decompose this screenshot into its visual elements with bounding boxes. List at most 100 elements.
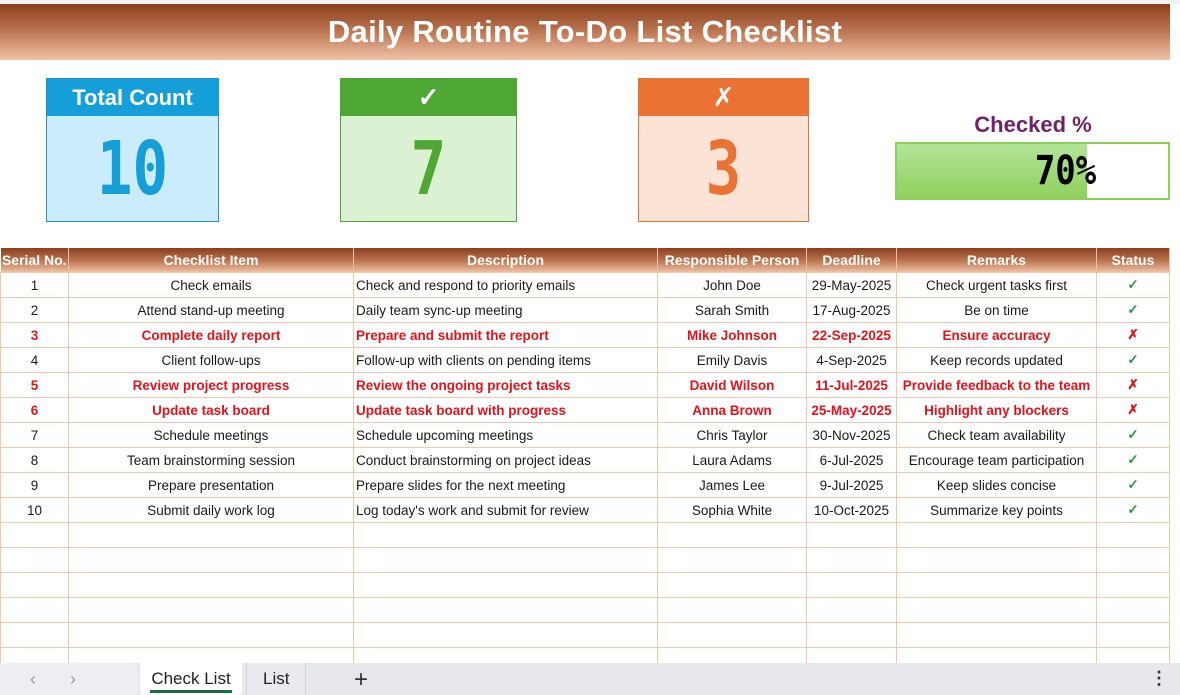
more-options-icon[interactable]: ⋮ <box>1150 668 1168 689</box>
cell-status[interactable]: ✓ <box>1096 297 1170 323</box>
empty-cell[interactable] <box>896 597 1097 623</box>
empty-cell[interactable] <box>657 622 807 648</box>
cell-item[interactable]: Complete daily report <box>68 322 354 348</box>
cell-deadline[interactable]: 10-Oct-2025 <box>806 497 897 523</box>
empty-cell[interactable] <box>896 622 1097 648</box>
empty-cell[interactable] <box>806 522 897 548</box>
cell-deadline[interactable]: 22-Sep-2025 <box>806 322 897 348</box>
cell-description[interactable]: Conduct brainstorming on project ideas <box>353 447 658 473</box>
cell-item[interactable]: Client follow-ups <box>68 347 354 373</box>
col-header-deadline[interactable]: Deadline <box>806 248 897 273</box>
empty-cell[interactable] <box>657 572 807 598</box>
cell-status[interactable]: ✗ <box>1096 397 1170 423</box>
cell-description[interactable]: Log today's work and submit for review <box>353 497 658 523</box>
cell-remarks[interactable]: Provide feedback to the team <box>896 372 1097 398</box>
cell-description[interactable]: Daily team sync-up meeting <box>353 297 658 323</box>
cell-serial[interactable]: 1 <box>0 272 69 298</box>
cell-remarks[interactable]: Be on time <box>896 297 1097 323</box>
empty-cell[interactable] <box>353 572 658 598</box>
cell-description[interactable]: Schedule upcoming meetings <box>353 422 658 448</box>
cell-description[interactable]: Follow-up with clients on pending items <box>353 347 658 373</box>
empty-cell[interactable] <box>1096 622 1170 648</box>
empty-cell[interactable] <box>0 572 69 598</box>
cell-description[interactable]: Prepare slides for the next meeting <box>353 472 658 498</box>
cell-deadline[interactable]: 30-Nov-2025 <box>806 422 897 448</box>
empty-cell[interactable] <box>657 547 807 573</box>
cell-status[interactable]: ✓ <box>1096 347 1170 373</box>
cell-deadline[interactable]: 6-Jul-2025 <box>806 447 897 473</box>
cell-deadline[interactable]: 17-Aug-2025 <box>806 297 897 323</box>
col-header-person[interactable]: Responsible Person <box>657 248 807 273</box>
cell-serial[interactable]: 7 <box>0 422 69 448</box>
cell-item[interactable]: Schedule meetings <box>68 422 354 448</box>
cell-person[interactable]: James Lee <box>657 472 807 498</box>
sheet-tab-check-list[interactable]: Check List <box>140 663 242 695</box>
cell-person[interactable]: Chris Taylor <box>657 422 807 448</box>
cell-serial[interactable]: 9 <box>0 472 69 498</box>
cell-status[interactable]: ✗ <box>1096 372 1170 398</box>
col-header-status[interactable]: Status <box>1096 248 1170 273</box>
cell-deadline[interactable]: 11-Jul-2025 <box>806 372 897 398</box>
col-header-description[interactable]: Description <box>353 248 658 273</box>
cell-item[interactable]: Check emails <box>68 272 354 298</box>
empty-cell[interactable] <box>353 547 658 573</box>
cell-person[interactable]: John Doe <box>657 272 807 298</box>
cell-person[interactable]: Sarah Smith <box>657 297 807 323</box>
empty-cell[interactable] <box>68 547 354 573</box>
empty-cell[interactable] <box>68 597 354 623</box>
cell-remarks[interactable]: Check urgent tasks first <box>896 272 1097 298</box>
cell-person[interactable]: David Wilson <box>657 372 807 398</box>
cell-remarks[interactable]: Check team availability <box>896 422 1097 448</box>
cell-serial[interactable]: 8 <box>0 447 69 473</box>
empty-cell[interactable] <box>68 522 354 548</box>
cell-person[interactable]: Sophia White <box>657 497 807 523</box>
col-header-serial[interactable]: Serial No. <box>0 248 69 273</box>
empty-cell[interactable] <box>0 597 69 623</box>
cell-remarks[interactable]: Ensure accuracy <box>896 322 1097 348</box>
cell-status[interactable]: ✓ <box>1096 447 1170 473</box>
empty-cell[interactable] <box>68 572 354 598</box>
empty-cell[interactable] <box>1096 572 1170 598</box>
empty-cell[interactable] <box>896 547 1097 573</box>
cell-status[interactable]: ✓ <box>1096 272 1170 298</box>
cell-status[interactable]: ✓ <box>1096 422 1170 448</box>
cell-item[interactable]: Submit daily work log <box>68 497 354 523</box>
cell-serial[interactable]: 6 <box>0 397 69 423</box>
cell-deadline[interactable]: 9-Jul-2025 <box>806 472 897 498</box>
empty-cell[interactable] <box>0 547 69 573</box>
empty-cell[interactable] <box>353 622 658 648</box>
cell-person[interactable]: Laura Adams <box>657 447 807 473</box>
cell-description[interactable]: Prepare and submit the report <box>353 322 658 348</box>
empty-cell[interactable] <box>353 597 658 623</box>
empty-cell[interactable] <box>0 622 69 648</box>
empty-cell[interactable] <box>896 522 1097 548</box>
cell-status[interactable]: ✗ <box>1096 322 1170 348</box>
cell-remarks[interactable]: Summarize key points <box>896 497 1097 523</box>
cell-deadline[interactable]: 4-Sep-2025 <box>806 347 897 373</box>
cell-remarks[interactable]: Encourage team participation <box>896 447 1097 473</box>
cell-serial[interactable]: 3 <box>0 322 69 348</box>
cell-status[interactable]: ✓ <box>1096 497 1170 523</box>
cell-item[interactable]: Attend stand-up meeting <box>68 297 354 323</box>
empty-cell[interactable] <box>1096 597 1170 623</box>
cell-item[interactable]: Prepare presentation <box>68 472 354 498</box>
cell-item[interactable]: Review project progress <box>68 372 354 398</box>
cell-person[interactable]: Emily Davis <box>657 347 807 373</box>
cell-remarks[interactable]: Keep slides concise <box>896 472 1097 498</box>
cell-deadline[interactable]: 25-May-2025 <box>806 397 897 423</box>
cell-serial[interactable]: 10 <box>0 497 69 523</box>
cell-item[interactable]: Team brainstorming session <box>68 447 354 473</box>
empty-cell[interactable] <box>353 522 658 548</box>
cell-serial[interactable]: 2 <box>0 297 69 323</box>
empty-cell[interactable] <box>0 522 69 548</box>
sheet-tab-list[interactable]: List <box>246 663 306 695</box>
empty-cell[interactable] <box>806 547 897 573</box>
cell-person[interactable]: Mike Johnson <box>657 322 807 348</box>
empty-cell[interactable] <box>657 597 807 623</box>
chevron-left-icon[interactable]: ‹ <box>30 669 36 690</box>
col-header-remarks[interactable]: Remarks <box>896 248 1097 273</box>
chevron-right-icon[interactable]: › <box>70 669 76 690</box>
add-sheet-icon[interactable]: + <box>354 666 368 694</box>
empty-cell[interactable] <box>806 572 897 598</box>
cell-item[interactable]: Update task board <box>68 397 354 423</box>
